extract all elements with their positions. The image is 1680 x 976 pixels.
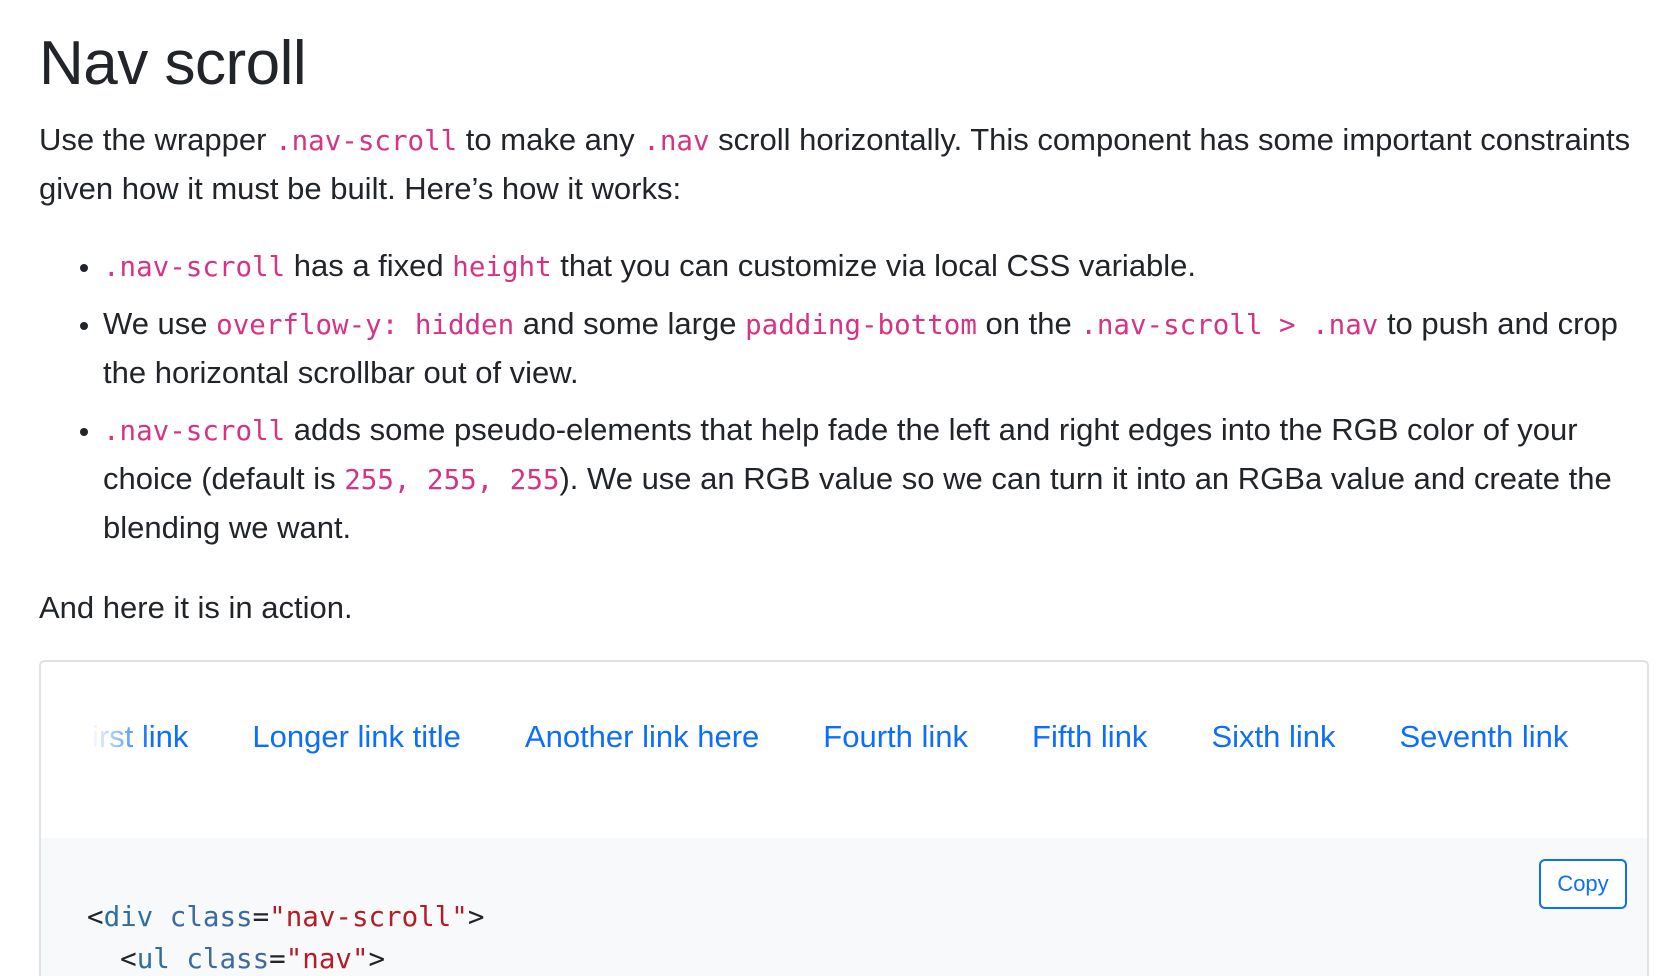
nav-link-first[interactable]: First link — [91, 702, 220, 772]
inline-code: .nav-scroll — [103, 251, 286, 283]
list-item-text: on the — [976, 306, 1081, 341]
inline-code: .nav-scroll — [103, 415, 286, 447]
list-item-text: and some large — [514, 306, 746, 341]
nav-item: Another link here — [493, 702, 791, 772]
list-item: We use overflow-y: hidden and some large… — [103, 300, 1663, 397]
example-preview: First link Longer link title Another lin… — [39, 660, 1649, 838]
features-list: .nav-scroll has a fixed height that you … — [39, 242, 1663, 561]
code-text: <div class="nav-scroll"> <ul class="nav"… — [87, 896, 484, 976]
nav-link-sixth[interactable]: Sixth link — [1179, 702, 1367, 772]
inline-code: .nav-scroll > .nav — [1080, 309, 1379, 341]
list-item-text: We use — [103, 306, 217, 341]
nav-item: Seventh link — [1367, 702, 1600, 772]
code-snippet: Copy <div class="nav-scroll"> <ul class=… — [39, 838, 1649, 976]
nav-scroll[interactable]: First link Longer link title Another lin… — [91, 702, 1621, 772]
nav-link-fifth[interactable]: Fifth link — [1000, 702, 1179, 772]
page-title: Nav scroll — [39, 29, 307, 98]
nav-link-longer[interactable]: Longer link title — [220, 702, 493, 772]
action-text: And here it is in action. — [39, 590, 353, 625]
copy-button[interactable]: Copy — [1539, 859, 1627, 909]
inline-code: overflow-y: hidden — [216, 309, 515, 341]
intro-text-2: to make any — [457, 122, 644, 157]
inline-code: 255, 255, 255 — [344, 464, 560, 496]
list-item-text: that you can customize via local CSS var… — [551, 248, 1197, 283]
nav-link-another[interactable]: Another link here — [493, 702, 791, 772]
nav-item: Fifth link — [1000, 702, 1179, 772]
inline-code: padding-bottom — [745, 309, 977, 341]
intro-text-1: Use the wrapper — [39, 122, 276, 157]
code-line: <div class="nav-scroll"> — [87, 901, 485, 933]
intro-paragraph: Use the wrapper .nav-scroll to make any … — [39, 116, 1639, 213]
nav-item: Longer link title — [220, 702, 493, 772]
nav: First link Longer link title Another lin… — [91, 702, 1600, 772]
nav-item: Sixth link — [1179, 702, 1367, 772]
list-item: .nav-scroll has a fixed height that you … — [103, 242, 1663, 291]
inline-code: height — [452, 251, 552, 283]
nav-item: First link — [91, 702, 220, 772]
intro-code-nav: .nav — [643, 125, 710, 157]
nav-link-fourth[interactable]: Fourth link — [791, 702, 1000, 772]
code-line: <ul class="nav"> — [120, 943, 386, 975]
intro-code-nav-scroll: .nav-scroll — [275, 125, 458, 157]
nav-link-seventh[interactable]: Seventh link — [1367, 702, 1600, 772]
list-item: .nav-scroll adds some pseudo-elements th… — [103, 406, 1663, 552]
list-item-text: has a fixed — [285, 248, 453, 283]
nav-item: Fourth link — [791, 702, 1000, 772]
